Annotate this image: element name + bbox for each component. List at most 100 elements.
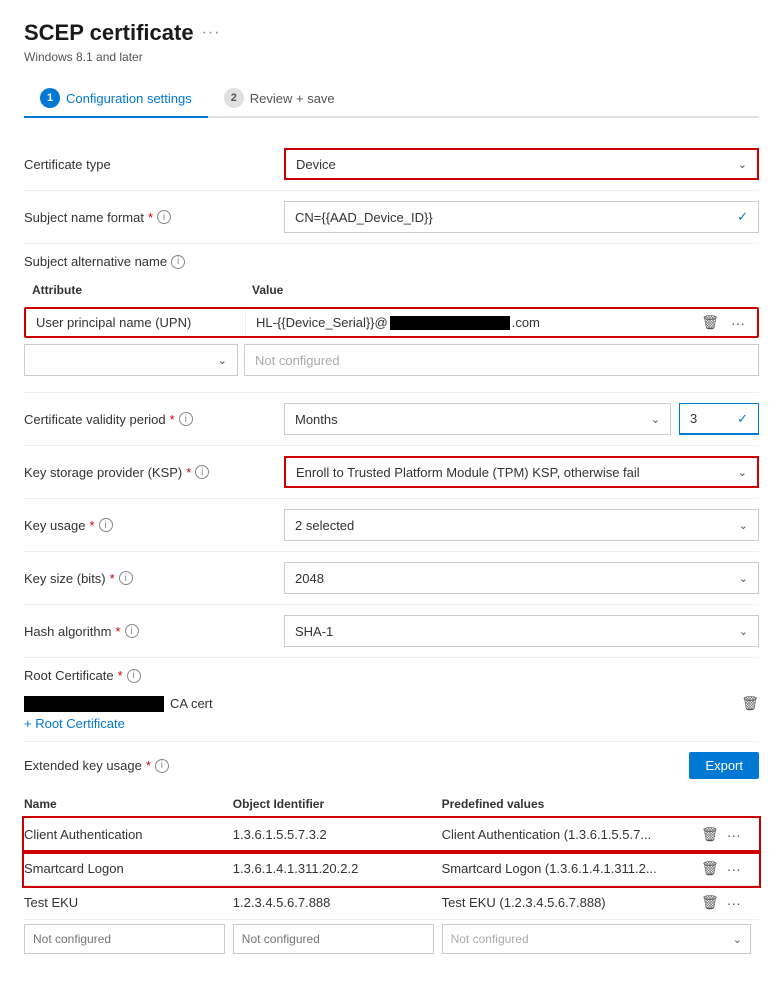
root-cert-item: CA cert 🗑 [24, 691, 759, 716]
eku-row-2-oid: 1.2.3.4.5.6.7.888 [233, 886, 442, 920]
key-size-label: Key size (bits) * i [24, 571, 284, 586]
eku-col-predefined: Predefined values [442, 791, 699, 818]
certificate-type-label: Certificate type [24, 157, 284, 172]
certificate-type-chevron: ⌄ [738, 158, 747, 171]
eku-empty-name[interactable] [24, 920, 233, 959]
eku-empty-oid[interactable] [233, 920, 442, 959]
page-ellipsis[interactable]: ··· [202, 24, 221, 42]
san-row-0-actions: 🗑 ··· [689, 312, 757, 333]
eku-row-2-name: Test EKU [24, 886, 233, 920]
validity-num-value: 3 [690, 411, 697, 426]
san-value-suffix: .com [512, 315, 540, 330]
san-section: Subject alternative name i Attribute Val… [24, 244, 759, 393]
validity-unit-value: Months [295, 412, 338, 427]
ksp-value: Enroll to Trusted Platform Module (TPM) … [296, 465, 640, 480]
page-title: SCEP certificate [24, 20, 194, 46]
root-cert-name: CA cert [24, 696, 213, 712]
eku-empty-chevron: ⌄ [733, 933, 742, 946]
validity-check: ✓ [737, 411, 748, 427]
eku-empty-predefined[interactable]: Not configured ⌄ [442, 920, 759, 959]
required-marker-ha: * [115, 624, 120, 639]
validity-unit-select[interactable]: Months ⌄ [284, 403, 671, 435]
eku-row-0-predefined: Client Authentication (1.3.6.1.5.5.7... [442, 818, 699, 852]
eku-more-btn-0[interactable]: ··· [725, 827, 743, 843]
eku-label: Extended key usage [24, 758, 142, 773]
san-more-btn-0[interactable]: ··· [727, 313, 749, 333]
san-value-redacted [390, 316, 510, 330]
san-empty-row: ⌄ Not configured [24, 344, 759, 376]
certificate-type-value: Device [296, 157, 336, 172]
eku-empty-predefined-placeholder: Not configured [451, 932, 529, 946]
eku-row-1-name: Smartcard Logon [24, 852, 233, 886]
eku-section: Extended key usage * i Export Name Objec… [24, 742, 759, 968]
eku-row-0-name: Client Authentication [24, 818, 233, 852]
validity-num-input[interactable]: 3 ✓ [679, 403, 759, 435]
key-size-chevron: ⌄ [739, 572, 748, 585]
hash-algorithm-chevron: ⌄ [739, 625, 748, 638]
required-marker-rc: * [118, 668, 123, 683]
certificate-type-row: Certificate type Device ⌄ [24, 138, 759, 191]
key-size-control[interactable]: 2048 ⌄ [284, 562, 759, 594]
tab-review-num: 2 [224, 88, 244, 108]
san-value-prefix: HL-{{Device_Serial}}@ [256, 315, 388, 330]
san-delete-btn-0[interactable]: 🗑 [697, 312, 723, 333]
root-certificate-section: Root Certificate * i CA cert 🗑 + Root Ce… [24, 658, 759, 742]
info-icon-ku[interactable]: i [99, 518, 113, 532]
san-row-0-attribute: User principal name (UPN) [26, 309, 246, 336]
eku-row-1: Smartcard Logon 1.3.6.1.4.1.311.20.2.2 S… [24, 852, 759, 886]
export-button[interactable]: Export [689, 752, 759, 779]
info-icon-snf[interactable]: i [157, 210, 171, 224]
required-marker-ksp: * [186, 465, 191, 480]
subject-name-format-row: Subject name format * i CN={{AAD_Device_… [24, 191, 759, 244]
eku-row-0-actions: 🗑 ··· [699, 818, 759, 852]
info-icon-san[interactable]: i [171, 255, 185, 269]
root-cert-delete-btn[interactable]: 🗑 [741, 695, 759, 712]
subject-name-format-control[interactable]: CN={{AAD_Device_ID}} ✓ [284, 201, 759, 233]
required-marker-cvp: * [170, 412, 175, 427]
san-empty-input: Not configured [244, 344, 759, 376]
eku-more-btn-2[interactable]: ··· [725, 895, 743, 911]
eku-more-btn-1[interactable]: ··· [725, 861, 743, 877]
tab-config-label: Configuration settings [66, 91, 192, 106]
eku-table: Name Object Identifier Predefined values… [24, 791, 759, 958]
eku-col-actions [699, 791, 759, 818]
validity-unit-chevron: ⌄ [651, 413, 660, 426]
eku-empty-row: Not configured ⌄ [24, 920, 759, 959]
info-icon-ha[interactable]: i [125, 624, 139, 638]
page-subtitle: Windows 8.1 and later [24, 50, 759, 64]
key-usage-value: 2 selected [295, 518, 354, 533]
required-marker-ks: * [110, 571, 115, 586]
eku-row-2-predefined: Test EKU (1.2.3.4.5.6.7.888) [442, 886, 699, 920]
info-icon-ks[interactable]: i [119, 571, 133, 585]
info-icon-cvp[interactable]: i [179, 412, 193, 426]
key-usage-row: Key usage * i 2 selected ⌄ [24, 499, 759, 552]
key-usage-control[interactable]: 2 selected ⌄ [284, 509, 759, 541]
root-cert-label: Root Certificate [24, 668, 114, 683]
eku-row-1-actions: 🗑 ··· [699, 852, 759, 886]
info-icon-ksp[interactable]: i [195, 465, 209, 479]
eku-delete-btn-2[interactable]: 🗑 [699, 894, 721, 911]
tab-review-save[interactable]: 2 Review + save [208, 80, 351, 118]
san-empty-select[interactable]: ⌄ [24, 344, 238, 376]
hash-algorithm-control[interactable]: SHA-1 ⌄ [284, 615, 759, 647]
subject-name-format-value: CN={{AAD_Device_ID}} [295, 210, 433, 225]
info-icon-rc[interactable]: i [127, 669, 141, 683]
key-size-row: Key size (bits) * i 2048 ⌄ [24, 552, 759, 605]
ksp-label: Key storage provider (KSP) * i [24, 465, 284, 480]
eku-col-name: Name [24, 791, 233, 818]
san-row-0: User principal name (UPN) HL-{{Device_Se… [24, 307, 759, 338]
eku-delete-btn-0[interactable]: 🗑 [699, 826, 721, 843]
info-icon-eku[interactable]: i [155, 759, 169, 773]
required-marker-eku: * [146, 758, 151, 773]
ksp-control[interactable]: Enroll to Trusted Platform Module (TPM) … [284, 456, 759, 488]
eku-row-0-oid: 1.3.6.1.5.5.7.3.2 [233, 818, 442, 852]
key-usage-chevron: ⌄ [739, 519, 748, 532]
ksp-row: Key storage provider (KSP) * i Enroll to… [24, 446, 759, 499]
hash-algorithm-label: Hash algorithm * i [24, 624, 284, 639]
eku-delete-btn-1[interactable]: 🗑 [699, 860, 721, 877]
eku-row-2: Test EKU 1.2.3.4.5.6.7.888 Test EKU (1.2… [24, 886, 759, 920]
add-root-cert-link[interactable]: + Root Certificate [24, 716, 125, 731]
san-empty-chevron: ⌄ [218, 354, 227, 367]
certificate-type-control[interactable]: Device ⌄ [284, 148, 759, 180]
tab-configuration-settings[interactable]: 1 Configuration settings [24, 80, 208, 118]
